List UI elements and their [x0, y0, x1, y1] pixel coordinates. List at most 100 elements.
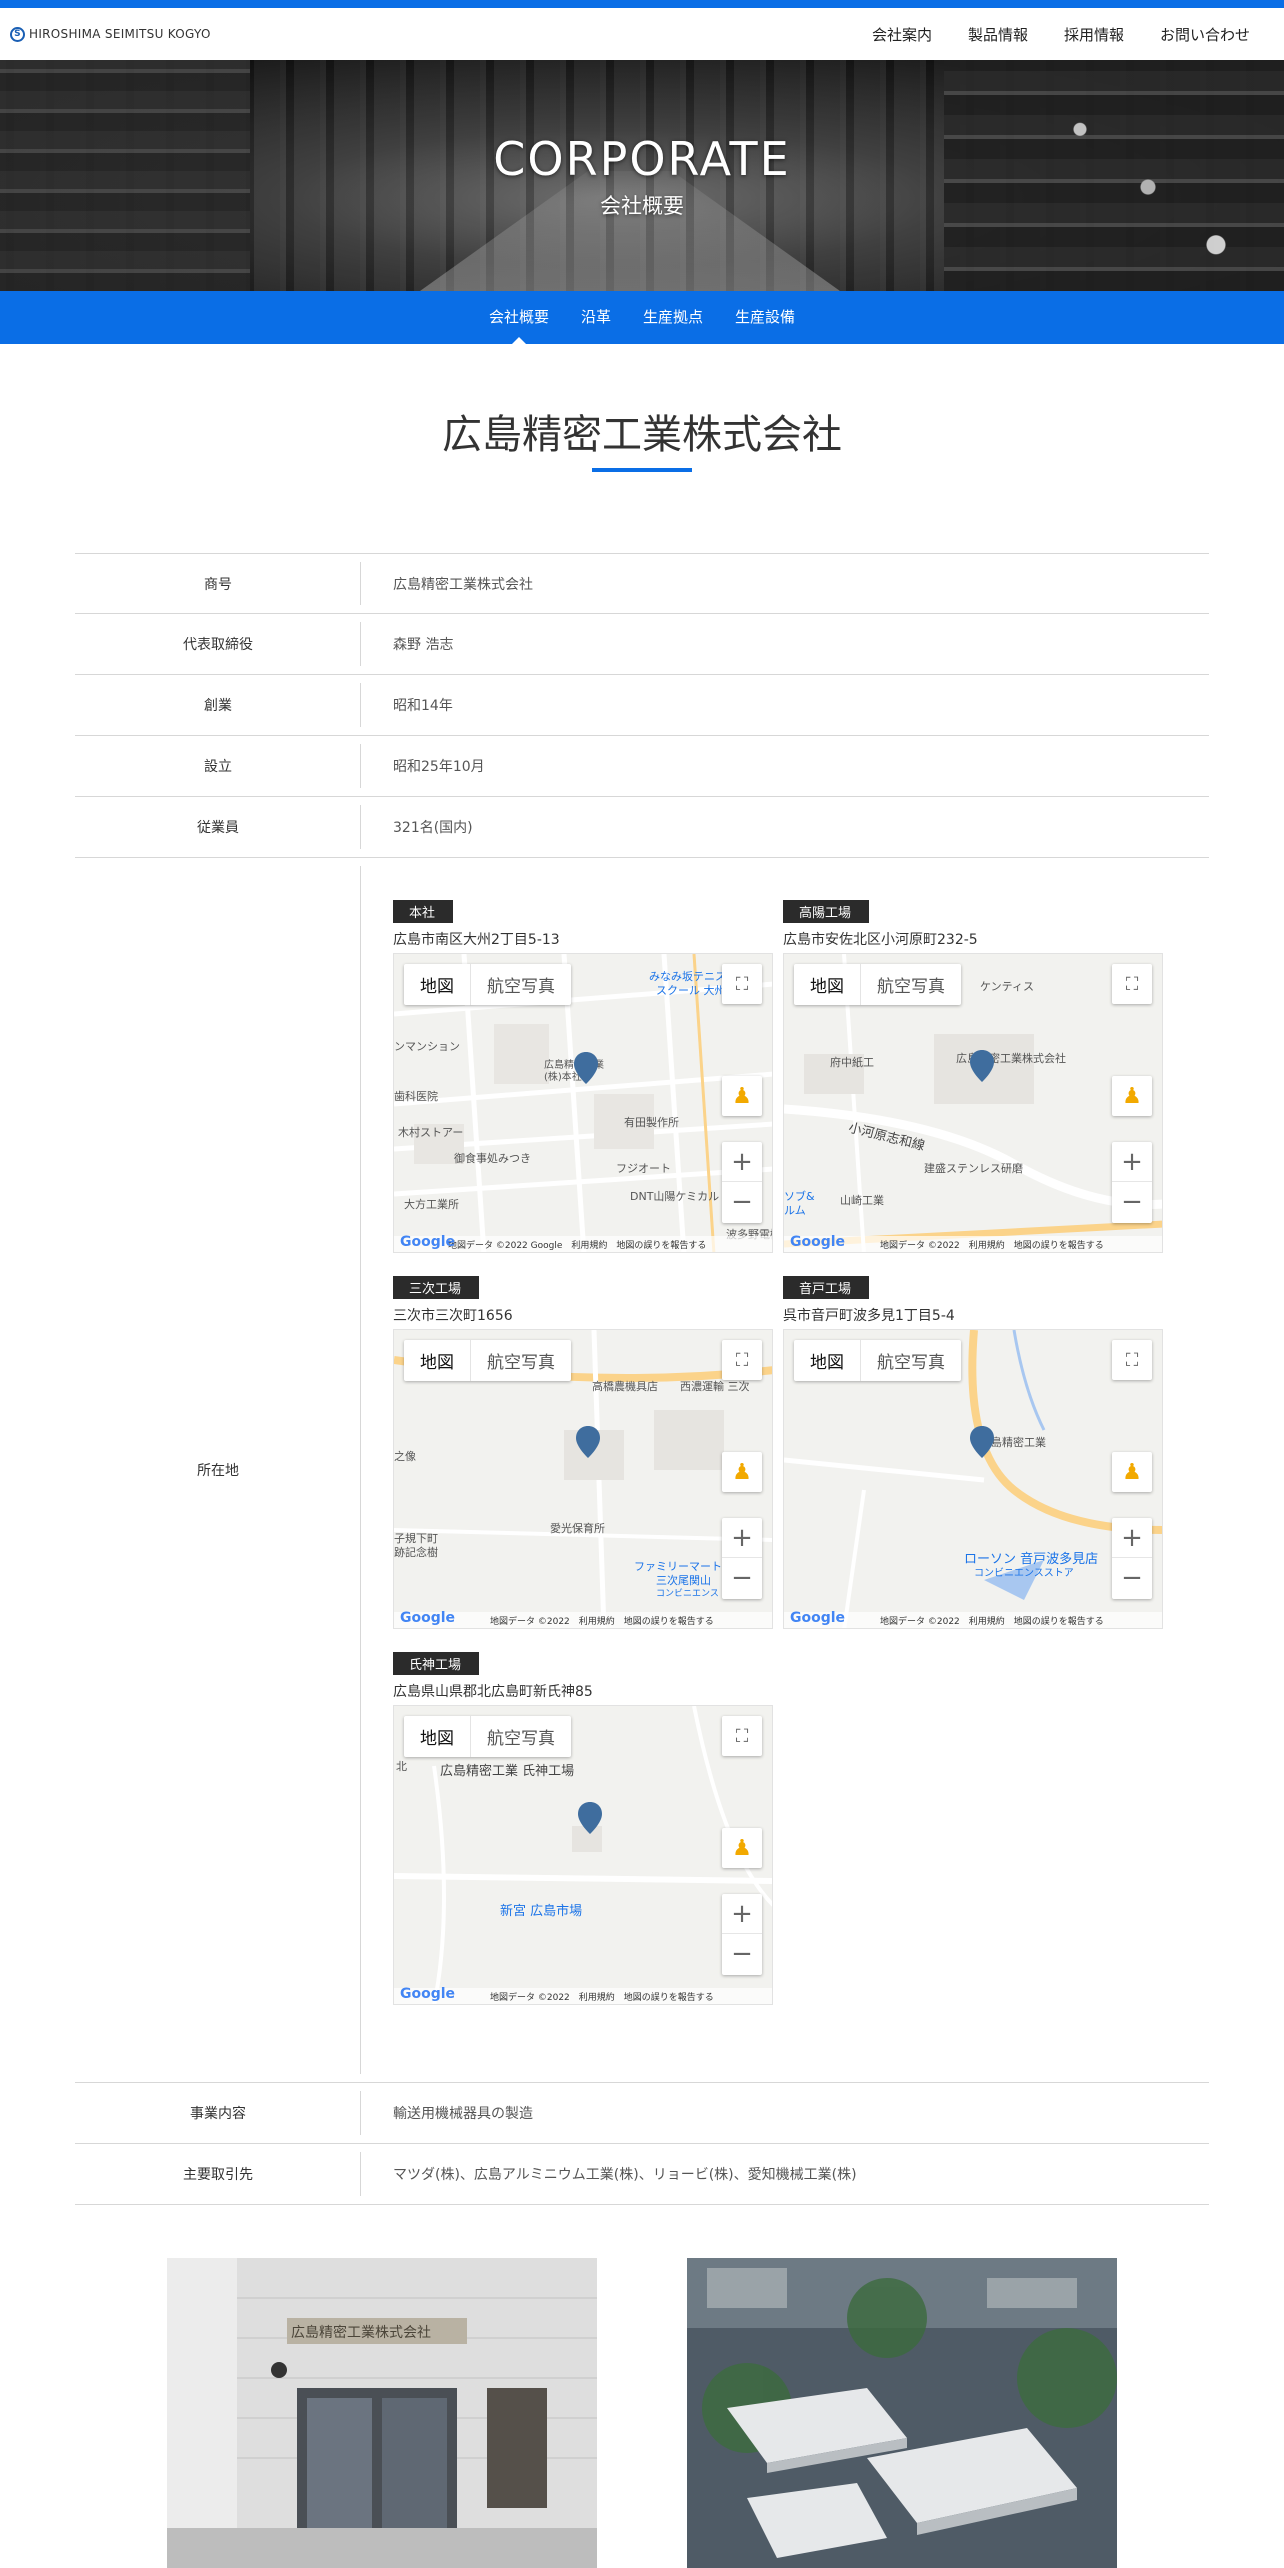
map-footer-text[interactable]: 地図データ ©2022 利用規約 地図の誤りを報告する [880, 1614, 1104, 1627]
title-underline [592, 468, 692, 472]
map-label: 広島精密工業 氏神工場 [440, 1764, 575, 1779]
row-label: 主要取引先 [75, 2144, 361, 2204]
factory-aerial-photo [687, 2258, 1117, 2568]
map-footer-text[interactable]: 地図データ ©2022 Google 利用規約 地図の誤りを報告する [448, 1238, 706, 1251]
map-label: 歯科医院 [394, 1090, 438, 1103]
zoom-in-button[interactable]: + [1112, 1518, 1152, 1558]
zoom-out-button[interactable]: − [722, 1558, 762, 1598]
subnav-bases[interactable]: 生産拠点 [643, 291, 703, 344]
pegman-icon[interactable]: ♟ [1112, 1076, 1152, 1116]
google-map[interactable]: 広島精密工業 氏神工場 新宮 広島市場 北 地図 航空写真 ⛶ ♟ + − Go… [393, 1705, 773, 2005]
zoom-control: + − [722, 1518, 762, 1599]
zoom-control: + − [722, 1142, 762, 1223]
site-label: 高陽工場 [783, 900, 870, 923]
zoom-control: + − [1112, 1518, 1152, 1599]
zoom-in-button[interactable]: + [722, 1142, 762, 1182]
google-map[interactable]: 高橋農機具店 西濃運輸 三次 愛光保育所 ファミリーマート 三次尾関山 コンビニ… [393, 1329, 773, 1629]
map-block-head-office: 本社 広島市南区大州2丁目5-13 みなみ坂テニス スクール 大州 広島精密工業… [393, 900, 773, 1253]
head-office-entrance-photo: 広島精密工業株式会社 [167, 2258, 597, 2568]
zoom-out-button[interactable]: − [722, 1182, 762, 1222]
map-type-control: 地図 航空写真 [794, 1340, 961, 1381]
google-map[interactable]: 広島精密工業 ローソン 音戸波多見店 コンビニエンスストア 地図 航空写真 ⛶ … [783, 1329, 1163, 1629]
sub-nav: 会社概要 沿革 生産拠点 生産設備 [0, 291, 1284, 344]
site-label: 音戸工場 [783, 1276, 870, 1299]
fullscreen-icon[interactable]: ⛶ [722, 1340, 762, 1380]
zoom-in-button[interactable]: + [1112, 1142, 1152, 1182]
row-label: 代表取締役 [75, 614, 361, 674]
map-type-map-button[interactable]: 地図 [794, 964, 860, 1005]
map-type-map-button[interactable]: 地図 [404, 1340, 470, 1381]
map-type-map-button[interactable]: 地図 [794, 1340, 860, 1381]
map-label: ケンティス [980, 980, 1035, 993]
map-label: ンマンション [394, 1040, 460, 1053]
map-footer-text[interactable]: 地図データ ©2022 利用規約 地図の誤りを報告する [490, 1990, 714, 2003]
map-attribution: Google 地図データ ©2022 利用規約 地図の誤りを報告する [394, 1986, 772, 2004]
location-pin-icon [970, 1426, 994, 1458]
fullscreen-icon[interactable]: ⛶ [1112, 1340, 1152, 1380]
map-type-satellite-button[interactable]: 航空写真 [470, 964, 571, 1005]
zoom-out-button[interactable]: − [722, 1934, 762, 1974]
company-info-table: 商号 広島精密工業株式会社 代表取締役 森野 浩志 創業 昭和14年 設立 昭和… [75, 553, 1209, 2205]
fullscreen-icon[interactable]: ⛶ [722, 964, 762, 1004]
map-label: 大方工業所 [404, 1198, 459, 1211]
map-type-map-button[interactable]: 地図 [404, 964, 470, 1005]
map-label: 之像 [394, 1450, 416, 1463]
nav-recruit[interactable]: 採用情報 [1064, 24, 1124, 45]
zoom-out-button[interactable]: − [1112, 1182, 1152, 1222]
map-type-control: 地図 航空写真 [404, 1340, 571, 1381]
top-accent-bar [0, 0, 1284, 8]
nav-products[interactable]: 製品情報 [968, 24, 1028, 45]
logo-text: HIROSHIMA SEIMITSU KOGYO [29, 27, 211, 41]
map-label: 御食事処みつき [454, 1152, 531, 1165]
row-value: 昭和14年 [393, 698, 453, 714]
subnav-equipment[interactable]: 生産設備 [735, 291, 795, 344]
pegman-icon[interactable]: ♟ [722, 1452, 762, 1492]
zoom-in-button[interactable]: + [722, 1518, 762, 1558]
fullscreen-icon[interactable]: ⛶ [1112, 964, 1152, 1004]
entrance-illustration [167, 2258, 597, 2568]
map-type-map-button[interactable]: 地図 [404, 1716, 470, 1757]
google-logo: Google [400, 1986, 456, 2002]
pegman-icon[interactable]: ♟ [722, 1828, 762, 1868]
map-label: フジオート [616, 1162, 671, 1175]
map-type-satellite-button[interactable]: 航空写真 [860, 964, 961, 1005]
zoom-out-button[interactable]: − [1112, 1558, 1152, 1598]
row-value: 輸送用機械器具の製造 [393, 2106, 533, 2122]
map-block-ujigami-factory: 氏神工場 広島県山県郡北広島町新氏神85 広島精密工業 氏神工場 新宮 広島市場… [393, 1652, 773, 2005]
hero-title: CORPORATE [493, 132, 791, 186]
hero-subtitle: 会社概要 [600, 194, 684, 218]
row-label: 従業員 [75, 797, 361, 857]
google-map[interactable]: 府中紙工 広島精密工業株式会社 小河原志和線 ケンティス 建盛ステンレス研磨 山… [783, 953, 1163, 1253]
location-pin-icon [578, 1802, 602, 1834]
main-nav: 会社案内 製品情報 採用情報 お問い合わせ [872, 24, 1274, 45]
map-attribution: Google 地図データ ©2022 Google 利用規約 地図の誤りを報告す… [394, 1234, 772, 1252]
pegman-icon[interactable]: ♟ [722, 1076, 762, 1116]
subnav-history[interactable]: 沿革 [581, 291, 611, 344]
zoom-control: + − [1112, 1142, 1152, 1223]
map-footer-text[interactable]: 地図データ ©2022 利用規約 地図の誤りを報告する [880, 1238, 1104, 1251]
nav-contact[interactable]: お問い合わせ [1160, 24, 1250, 45]
map-footer-text[interactable]: 地図データ ©2022 利用規約 地図の誤りを報告する [490, 1614, 714, 1627]
map-type-satellite-button[interactable]: 航空写真 [470, 1340, 571, 1381]
subnav-overview[interactable]: 会社概要 [489, 291, 549, 344]
location-pin-icon [576, 1426, 600, 1458]
location-row: 所在地 本社 広島市南区大州2丁目5-13 みなみ坂テニス スクール 大州 広島… [75, 858, 1209, 2083]
zoom-in-button[interactable]: + [722, 1894, 762, 1934]
map-label: 西濃運輸 三次 [680, 1380, 750, 1393]
map-label: 山崎工業 [840, 1194, 884, 1207]
map-label: 府中紙工 [830, 1056, 874, 1069]
map-label: 木村ストアー [398, 1126, 464, 1139]
nav-company[interactable]: 会社案内 [872, 24, 932, 45]
map-type-satellite-button[interactable]: 航空写真 [470, 1716, 571, 1757]
info-row: 主要取引先 マツダ(株)、広島アルミニウム工業(株)、リョービ(株)、愛知機械工… [75, 2144, 1209, 2205]
map-label: 有田製作所 [624, 1116, 679, 1129]
site-logo[interactable]: S HIROSHIMA SEIMITSU KOGYO [10, 26, 211, 42]
google-map[interactable]: みなみ坂テニス スクール 大州 広島精密工業 (株)本社 ンマンション 歯科医院… [393, 953, 773, 1253]
pegman-icon[interactable]: ♟ [1112, 1452, 1152, 1492]
google-logo: Google [790, 1234, 846, 1250]
map-label: 跡記念樹 [394, 1546, 438, 1559]
map-type-satellite-button[interactable]: 航空写真 [860, 1340, 961, 1381]
site-header: S HIROSHIMA SEIMITSU KOGYO 会社案内 製品情報 採用情… [0, 8, 1284, 60]
location-pin-icon [970, 1050, 994, 1082]
fullscreen-icon[interactable]: ⛶ [722, 1716, 762, 1756]
